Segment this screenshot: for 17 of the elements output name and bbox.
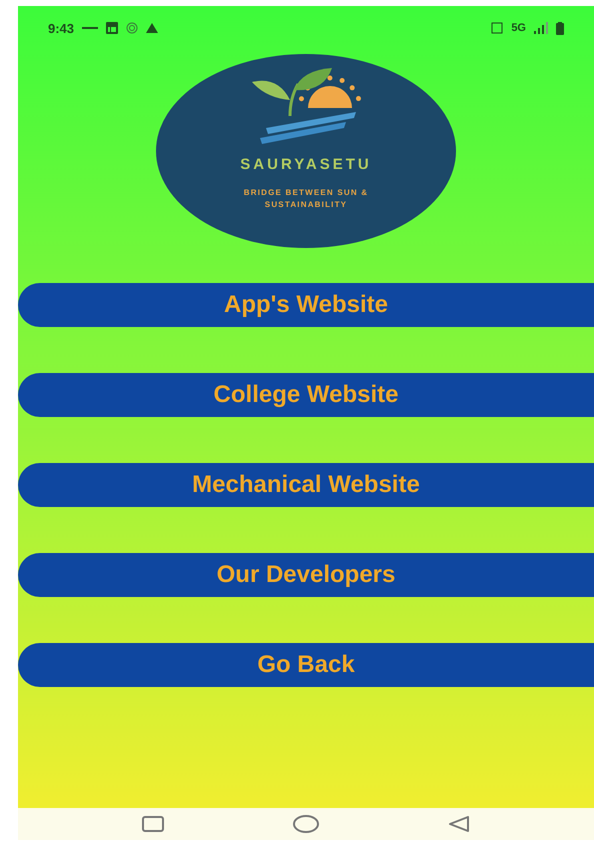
menu-button[interactable]: Mechanical Website — [18, 463, 594, 507]
warning-icon — [146, 23, 158, 33]
back-icon[interactable] — [448, 816, 470, 832]
battery-icon — [556, 22, 564, 34]
recents-icon[interactable] — [142, 816, 164, 832]
menu-button[interactable]: College Website — [18, 373, 594, 417]
network-type: 5G — [511, 22, 526, 34]
menu-button[interactable]: Go Back — [18, 643, 594, 687]
menu-button[interactable]: Our Developers — [18, 553, 594, 597]
status-time: 9:43 — [48, 20, 74, 36]
logo-tagline: BRIDGE BETWEEN SUN & SUSTAINABILITY — [242, 187, 370, 211]
app-icon — [106, 22, 118, 34]
logo-title: SAURYASETU — [240, 156, 372, 173]
dash-icon — [82, 26, 98, 30]
signal-icon — [534, 22, 548, 34]
home-icon[interactable] — [292, 815, 319, 833]
menu-button[interactable]: App's Website — [18, 283, 594, 327]
